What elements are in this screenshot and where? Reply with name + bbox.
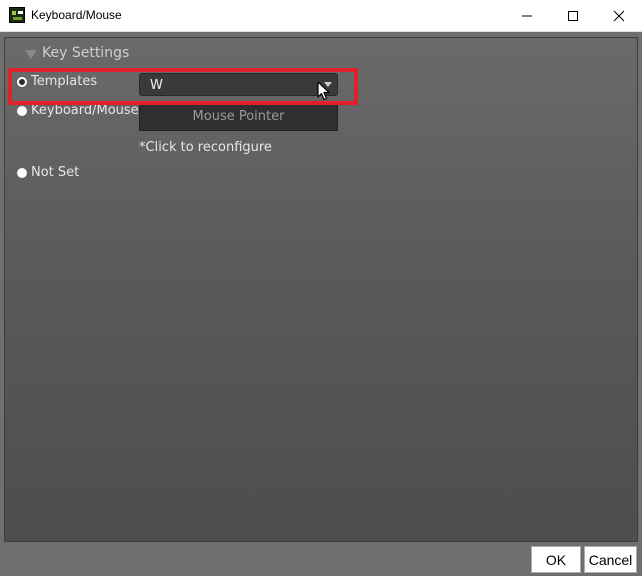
reconfigure-note: *Click to reconfigure xyxy=(139,140,272,155)
highlight-box xyxy=(8,68,358,105)
minimize-icon xyxy=(522,15,532,16)
close-button[interactable] xyxy=(596,0,642,31)
title-bar: Keyboard/Mouse xyxy=(0,0,642,32)
mouse-cursor-icon xyxy=(317,81,330,101)
collapse-arrow-icon[interactable] xyxy=(25,50,37,59)
ok-button[interactable]: OK xyxy=(531,546,581,573)
cancel-button[interactable]: Cancel xyxy=(584,546,637,573)
radio-icon[interactable] xyxy=(17,105,27,116)
close-icon xyxy=(613,10,625,21)
group-title: Key Settings xyxy=(42,45,130,61)
option-keyboard-mouse[interactable]: Keyboard/Mouse xyxy=(17,103,139,118)
maximize-button[interactable] xyxy=(550,0,596,31)
minimize-button[interactable] xyxy=(504,0,550,31)
option-label: Not Set xyxy=(31,165,80,180)
option-not-set[interactable]: Not Set xyxy=(17,165,79,180)
app-icon xyxy=(9,7,25,23)
window-title: Keyboard/Mouse xyxy=(31,8,122,22)
key-settings-panel: Key Settings Templates Keyboard/Mouse No… xyxy=(4,37,638,542)
mouse-pointer-button[interactable]: Mouse Pointer xyxy=(139,102,338,131)
mouse-pointer-label: Mouse Pointer xyxy=(192,109,285,124)
option-label: Keyboard/Mouse xyxy=(31,103,139,118)
maximize-icon xyxy=(568,10,578,21)
radio-icon[interactable] xyxy=(17,167,27,178)
